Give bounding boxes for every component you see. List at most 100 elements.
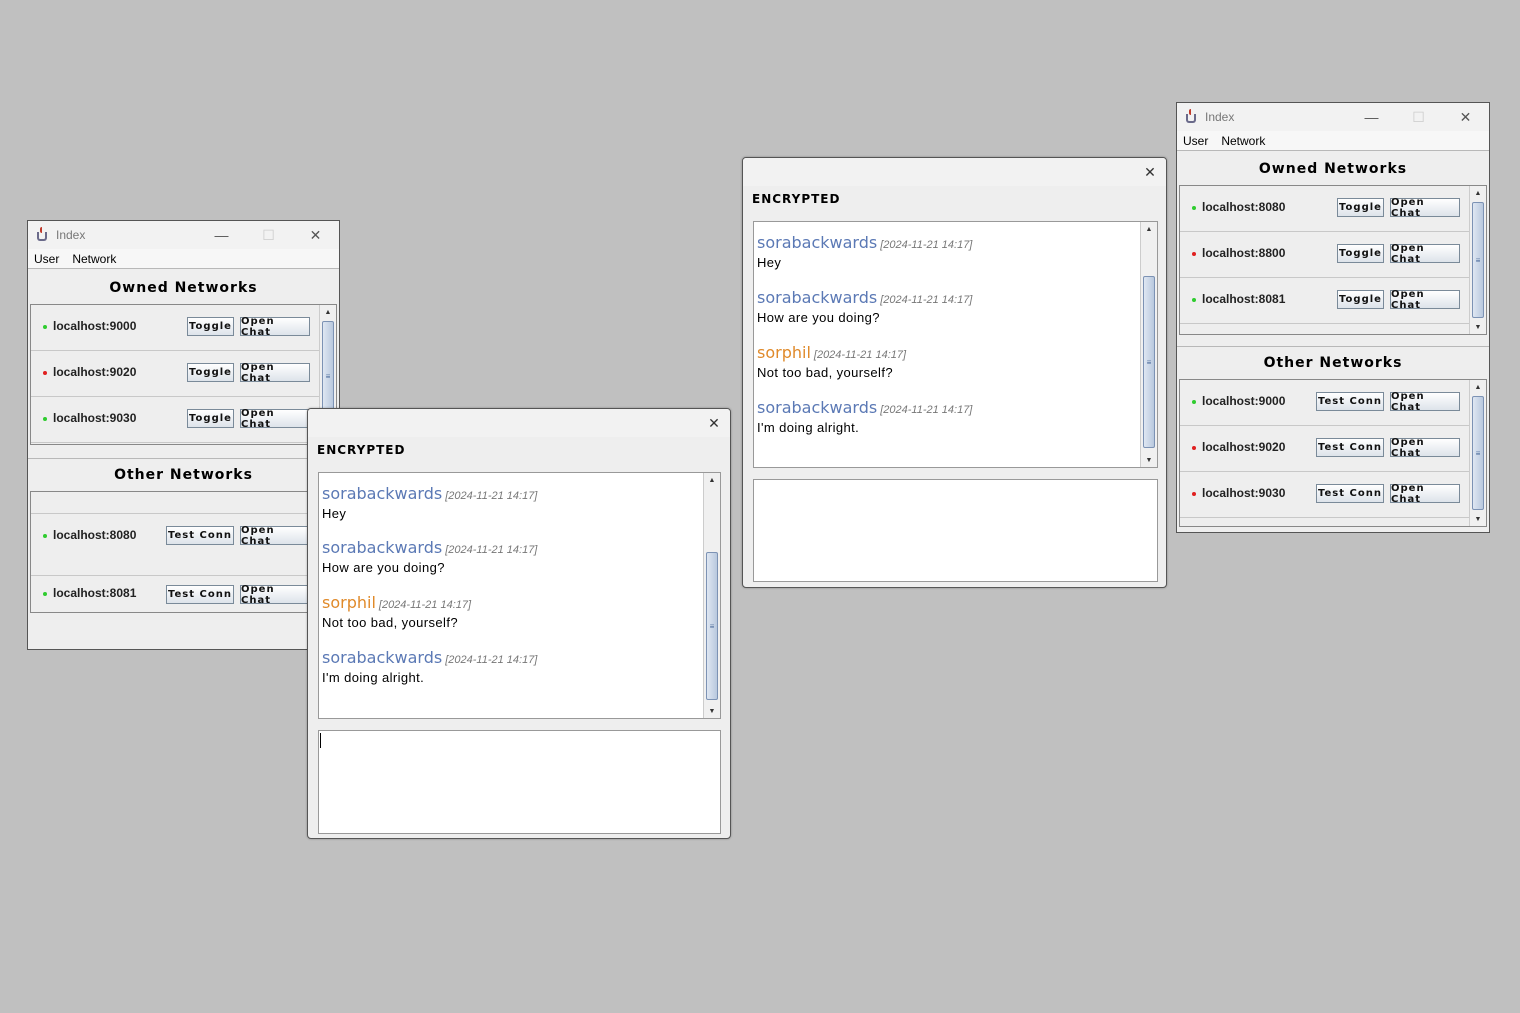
message-user: sorphil (322, 593, 376, 612)
chat-message: sorabackwards [2024-11-21 14:17] Hey (757, 233, 972, 270)
scroll-up-icon[interactable]: ▲ (1470, 380, 1486, 394)
close-icon[interactable]: ✕ (1134, 158, 1166, 186)
scroll-thumb[interactable]: ≡ (706, 552, 718, 700)
test-conn-button[interactable]: Test Conn (166, 585, 234, 604)
minimize-icon[interactable]: — (1348, 103, 1395, 131)
owned-networks-list[interactable]: localhost:9000 Toggle Open Chat localhos… (30, 304, 337, 445)
messages-scrollbar[interactable]: ▲ ≡ ▼ (1140, 222, 1157, 467)
network-address: localhost:9020 (1202, 440, 1286, 454)
message-input[interactable] (753, 479, 1158, 582)
close-icon[interactable]: ✕ (1442, 103, 1489, 131)
open-chat-button[interactable]: Open Chat (240, 408, 310, 430)
open-chat-button[interactable]: Open Chat (240, 362, 310, 384)
test-conn-button[interactable]: Test Conn (166, 526, 234, 545)
other-networks-list[interactable]: localhost:9000 Test Conn Open Chat local… (1179, 379, 1487, 527)
open-chat-button[interactable]: Open Chat (240, 525, 310, 547)
open-chat-button[interactable]: Open Chat (1390, 243, 1460, 265)
other-networks-list[interactable]: localhost:8080 Test Conn Open Chat local… (30, 491, 337, 613)
scroll-down-icon[interactable]: ▼ (1141, 453, 1157, 467)
test-conn-button[interactable]: Test Conn (1316, 392, 1384, 411)
close-icon[interactable]: ✕ (698, 409, 730, 437)
status-dot (43, 417, 47, 421)
toggle-button[interactable]: Toggle (187, 317, 234, 336)
message-user: sorabackwards (757, 233, 878, 252)
test-conn-button[interactable]: Test Conn (1316, 484, 1384, 503)
java-icon (35, 227, 51, 243)
network-address: localhost:9000 (1202, 394, 1286, 408)
open-chat-button[interactable]: Open Chat (1390, 437, 1460, 459)
scroll-thumb[interactable]: ≡ (1472, 202, 1484, 318)
menu-network[interactable]: Network (1221, 134, 1265, 148)
toggle-button[interactable]: Toggle (1337, 198, 1384, 217)
scroll-down-icon[interactable]: ▼ (704, 704, 720, 718)
message-user: sorabackwards (757, 288, 878, 307)
scroll-down-icon[interactable]: ▼ (1470, 320, 1486, 334)
chat-message: sorabackwards [2024-11-21 14:17] Hey (322, 484, 537, 521)
network-row: localhost:9000 Test Conn Open Chat (1180, 380, 1486, 426)
minimize-icon[interactable]: — (198, 221, 245, 249)
menu-user[interactable]: User (1183, 134, 1208, 148)
message-list[interactable]: sorabackwards [2024-11-21 14:17] Hey sora… (753, 221, 1158, 468)
owned-scrollbar[interactable]: ▲ ≡ ▼ (1469, 186, 1486, 334)
messages-scrollbar[interactable]: ▲ ≡ ▼ (703, 473, 720, 718)
status-dot (1192, 492, 1196, 496)
message-list[interactable]: sorabackwards [2024-11-21 14:17] Hey sora… (318, 472, 721, 719)
network-row: localhost:9000 Toggle Open Chat (31, 305, 336, 351)
open-chat-button[interactable]: Open Chat (1390, 391, 1460, 413)
maximize-icon: ☐ (1412, 108, 1425, 125)
title-bar[interactable]: Index — ☐ ✕ (28, 221, 339, 249)
message-text: Not too bad, yourself? (757, 365, 893, 380)
message-user: sorphil (757, 343, 811, 362)
scroll-up-icon[interactable]: ▲ (1470, 186, 1486, 200)
scroll-thumb[interactable]: ≡ (1143, 276, 1155, 448)
network-address: localhost:9020 (53, 365, 137, 379)
message-text: How are you doing? (322, 560, 445, 575)
message-time: [2024-11-21 14:17] (813, 349, 907, 361)
scroll-up-icon[interactable]: ▲ (704, 473, 720, 487)
message-time: [2024-11-21 14:17] (445, 490, 538, 502)
title-bar[interactable]: ✕ (743, 158, 1166, 186)
network-row: localhost:8081 Test Conn Open Chat (31, 576, 336, 612)
title-bar[interactable]: Index — ☐ ✕ (1177, 103, 1489, 131)
java-icon (1184, 109, 1200, 125)
chat-message: sorabackwards [2024-11-21 14:17] I'm doin… (322, 648, 537, 685)
toggle-button[interactable]: Toggle (187, 363, 234, 382)
open-chat-button[interactable]: Open Chat (240, 316, 310, 338)
other-networks-title: Other Networks (1263, 355, 1403, 371)
scroll-down-icon[interactable]: ▼ (1470, 512, 1486, 526)
chat-message: sorphil [2024-11-21 14:17] Not too bad, y… (757, 343, 906, 380)
network-address: localhost:8080 (53, 528, 137, 542)
other-scrollbar[interactable]: ▲ ≡ ▼ (1469, 380, 1486, 526)
open-chat-button[interactable]: Open Chat (1390, 483, 1460, 505)
open-chat-button[interactable]: Open Chat (1390, 197, 1460, 219)
message-input[interactable] (318, 730, 721, 834)
network-row: localhost:8080 Test Conn Open Chat (31, 514, 336, 576)
message-time: [2024-11-21 14:17] (445, 544, 538, 556)
open-chat-button[interactable]: Open Chat (1390, 289, 1460, 311)
index-window-left: Index — ☐ ✕ User Network Owned Networks … (27, 220, 340, 650)
toggle-button[interactable]: Toggle (1337, 290, 1384, 309)
title-bar[interactable]: ✕ (308, 409, 730, 437)
test-conn-button[interactable]: Test Conn (1316, 438, 1384, 457)
network-address: localhost:8081 (53, 586, 137, 600)
message-text: How are you doing? (757, 310, 880, 325)
message-text: I'm doing alright. (757, 420, 860, 435)
window-title: Index (56, 228, 86, 242)
status-dot (1192, 400, 1196, 404)
message-user: sorabackwards (757, 398, 878, 417)
owned-networks-list[interactable]: localhost:8080 Toggle Open Chat localhos… (1179, 185, 1487, 335)
chat-window-back: ✕ ENCRYPTED sorabackwards [2024-11-21 14:… (742, 157, 1167, 588)
toggle-button[interactable]: Toggle (1337, 244, 1384, 263)
menu-user[interactable]: User (34, 252, 59, 266)
scroll-thumb[interactable]: ≡ (1472, 396, 1484, 510)
window-title: Index (1205, 110, 1235, 124)
toggle-button[interactable]: Toggle (187, 409, 234, 428)
menu-network[interactable]: Network (72, 252, 116, 266)
message-time: [2024-11-21 14:17] (880, 404, 973, 416)
scroll-up-icon[interactable]: ▲ (1141, 222, 1157, 236)
network-row: localhost:8081 Toggle Open Chat (1180, 278, 1486, 324)
open-chat-button[interactable]: Open Chat (240, 584, 310, 606)
scroll-up-icon[interactable]: ▲ (320, 305, 336, 319)
message-time: [2024-11-21 14:17] (880, 239, 973, 251)
close-icon[interactable]: ✕ (292, 221, 339, 249)
